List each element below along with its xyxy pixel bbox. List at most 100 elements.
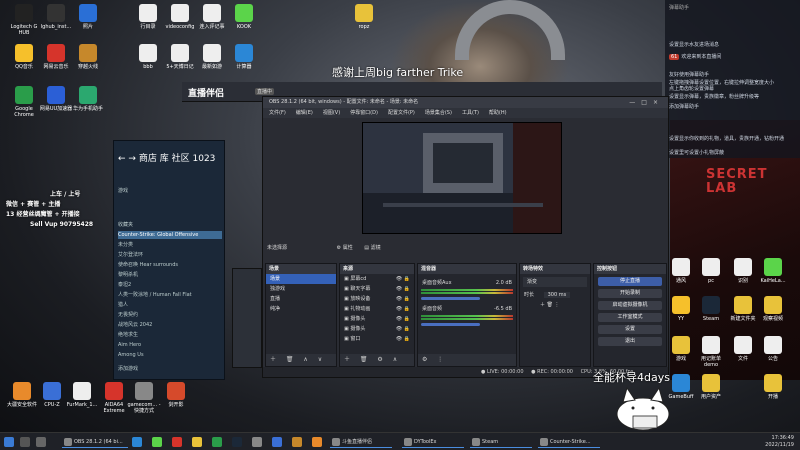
scene-item[interactable]: 场景 bbox=[266, 274, 336, 284]
steam-library-item[interactable]: Aim Hero bbox=[118, 341, 222, 349]
desktop-icon[interactable]: ropz bbox=[346, 4, 382, 30]
desktop-icon[interactable]: gamecom... - 快捷方式 bbox=[126, 382, 162, 414]
desktop-icon[interactable]: 观察视频 bbox=[756, 296, 790, 322]
desktop-icon[interactable]: Google Chrome bbox=[6, 86, 42, 118]
taskbar-pinned-icon[interactable] bbox=[252, 437, 262, 447]
transition-toolbar[interactable]: ＋ 🗑 ⋮ bbox=[520, 300, 590, 310]
desktop-icon[interactable]: 照片 bbox=[70, 4, 106, 30]
visibility-lock-icons[interactable]: 👁 🔒 bbox=[396, 314, 410, 324]
control-button[interactable]: 开始录制 bbox=[598, 289, 662, 298]
steam-filter-select[interactable]: 游戏 bbox=[118, 187, 222, 195]
steam-library-item[interactable]: 猎人 bbox=[118, 301, 222, 309]
desktop-icon[interactable]: 剑开影 bbox=[158, 382, 194, 408]
window-controls[interactable]: —□× bbox=[629, 97, 664, 108]
desktop-icon[interactable]: 开播 bbox=[756, 374, 790, 400]
desktop-icon[interactable]: 网易云音乐 bbox=[38, 44, 74, 70]
scenes-toolbar[interactable]: ＋ 🗑 ∧ ∨ bbox=[266, 354, 336, 366]
task-view-icon[interactable] bbox=[36, 437, 46, 447]
taskbar-pinned-icon[interactable] bbox=[292, 437, 302, 447]
close-icon[interactable]: × bbox=[653, 99, 664, 106]
steam-add-game[interactable]: 添加游戏 bbox=[118, 365, 222, 373]
steam-nav-store[interactable]: 商店 bbox=[139, 154, 157, 164]
taskbar-app[interactable]: DYToolEx bbox=[402, 436, 464, 448]
visibility-lock-icons[interactable]: 👁 🔒 bbox=[396, 304, 410, 314]
steam-library-item[interactable]: 绝地求生 bbox=[118, 331, 222, 339]
menu-item[interactable]: 文件(F) bbox=[269, 110, 286, 116]
taskbar-pinned-icon[interactable] bbox=[312, 437, 322, 447]
system-clock[interactable]: 17:36:49 2022/11/19 bbox=[765, 435, 794, 449]
desktop-icon[interactable]: lghub_inst... bbox=[38, 4, 74, 30]
source-item[interactable]: ▣ 聊天字幕 👁 🔒 bbox=[340, 284, 414, 294]
steam-library-item[interactable]: 收藏夹 bbox=[118, 221, 222, 229]
taskbar-pinned-icon[interactable] bbox=[272, 437, 282, 447]
steam-library-item[interactable]: Among Us bbox=[118, 351, 222, 359]
desktop-icon[interactable]: 穿越火线 bbox=[70, 44, 106, 70]
desktop-icon[interactable]: QQ音乐 bbox=[6, 44, 42, 70]
steam-library-item[interactable]: 无畏契约 bbox=[118, 311, 222, 319]
menu-item[interactable]: 帮助(H) bbox=[489, 110, 507, 116]
desktop-icon[interactable]: pc bbox=[694, 258, 728, 284]
steam-library-item[interactable]: 战地风云 2042 bbox=[118, 321, 222, 329]
desktop-icon[interactable]: 行目录 bbox=[130, 4, 166, 30]
menu-item[interactable]: 场景集合(S) bbox=[425, 110, 452, 116]
controls-dock[interactable]: 控制按钮 停止直播 开始录制 启动虚拟摄像机 工作室模式 设置 退出 bbox=[593, 263, 667, 367]
desktop-icon[interactable]: 通风 bbox=[664, 258, 698, 284]
visibility-lock-icons[interactable]: 👁 🔒 bbox=[396, 274, 410, 284]
desktop-icon[interactable]: 最新如游 bbox=[194, 44, 230, 70]
desktop-icon[interactable]: 文件 bbox=[726, 336, 760, 362]
taskbar-app[interactable]: Steam bbox=[470, 436, 532, 448]
danmaku-chat-panel[interactable]: 弹幕助手 设置显示水友进场消息 61 欢迎来到本直播间 友好使用弹幕助手 左键拖拽弹幕设… bbox=[665, 0, 800, 158]
visibility-lock-icons[interactable]: 👁 🔒 bbox=[396, 324, 410, 334]
taskbar-pinned-icon[interactable] bbox=[212, 437, 222, 447]
desktop-icon[interactable]: videoconfig bbox=[162, 4, 198, 30]
desktop-icon[interactable]: YY bbox=[664, 296, 698, 322]
volume-slider[interactable] bbox=[421, 297, 480, 300]
source-item[interactable]: ▣ 礼物动画 👁 🔒 bbox=[340, 304, 414, 314]
scene-item[interactable]: 直播 bbox=[266, 294, 336, 304]
filters-button[interactable]: ▤ 滤镜 bbox=[364, 245, 380, 251]
maximize-icon[interactable]: □ bbox=[641, 99, 653, 106]
obs-window[interactable]: OBS 28.1.2 (64 bit, windows) - 配置文件: 未命名… bbox=[262, 96, 669, 378]
properties-button[interactable]: ⚙ 属性 bbox=[337, 245, 353, 251]
control-button[interactable]: 启动虚拟摄像机 bbox=[598, 301, 662, 310]
desktop-icon[interactable]: 华为手机助手 bbox=[70, 86, 106, 112]
control-button[interactable]: 设置 bbox=[598, 325, 662, 334]
steam-library-item[interactable]: 艾尔登法环 bbox=[118, 251, 222, 259]
desktop-icon[interactable]: 游戏 bbox=[664, 336, 698, 362]
docked-mini-window[interactable] bbox=[232, 268, 262, 368]
steam-library-item[interactable]: 使命召唤 Hear surrounds bbox=[118, 261, 222, 269]
desktop-icon[interactable]: 识别 bbox=[726, 258, 760, 284]
desktop-icon[interactable]: Logitech G HUB bbox=[6, 4, 42, 36]
desktop-icon[interactable]: FurMark_1... bbox=[64, 382, 100, 408]
desktop-icon[interactable]: 新建文件夹 bbox=[726, 296, 760, 322]
desktop-icon[interactable]: 用户资产 bbox=[694, 374, 728, 400]
desktop-icon[interactable]: Steam bbox=[694, 296, 728, 322]
source-item[interactable]: ▣ 摄像头 👁 🔒 bbox=[340, 314, 414, 324]
steam-nav-user[interactable]: 1023 bbox=[193, 154, 216, 164]
desktop-icon[interactable]: bbb bbox=[130, 44, 166, 70]
steam-library-item[interactable]: 人类一败涂地 / Human Fall Flat bbox=[118, 291, 222, 299]
desktop-icon[interactable]: 5+天博日记 bbox=[162, 44, 198, 70]
desktop-icon[interactable]: 公告 bbox=[756, 336, 790, 362]
control-button[interactable]: 退出 bbox=[598, 337, 662, 346]
control-button[interactable]: 工作室模式 bbox=[598, 313, 662, 322]
source-item[interactable]: ▣ 摄像头 👁 🔒 bbox=[340, 324, 414, 334]
volume-slider[interactable] bbox=[421, 323, 480, 326]
taskbar-pinned-icon[interactable] bbox=[172, 437, 182, 447]
taskbar-pinned-icon[interactable] bbox=[232, 437, 242, 447]
source-item[interactable]: ▣ 屏幕cd 👁 🔒 bbox=[340, 274, 414, 284]
transition-duration[interactable]: 时长 300 ms bbox=[520, 290, 590, 300]
menu-item[interactable]: 工具(T) bbox=[462, 110, 479, 116]
obs-preview-canvas[interactable] bbox=[362, 122, 562, 234]
menu-item[interactable]: 配置文件(P) bbox=[388, 110, 415, 116]
forward-icon[interactable]: → bbox=[128, 154, 138, 164]
desktop-icon[interactable]: 计算器 bbox=[226, 44, 262, 70]
desktop-icon[interactable]: 用记账单 demo bbox=[694, 336, 728, 368]
taskbar-app[interactable]: 斗鱼直播伴侣 bbox=[330, 436, 392, 448]
duration-input[interactable]: 300 ms bbox=[543, 292, 571, 298]
visibility-lock-icons[interactable]: 👁 🔒 bbox=[396, 294, 410, 304]
back-icon[interactable]: ← bbox=[118, 154, 126, 164]
scene-item[interactable]: 纯净 bbox=[266, 304, 336, 314]
desktop-icon[interactable]: 网易UU加速器 bbox=[38, 86, 74, 112]
taskbar-pinned-icon[interactable] bbox=[132, 437, 142, 447]
